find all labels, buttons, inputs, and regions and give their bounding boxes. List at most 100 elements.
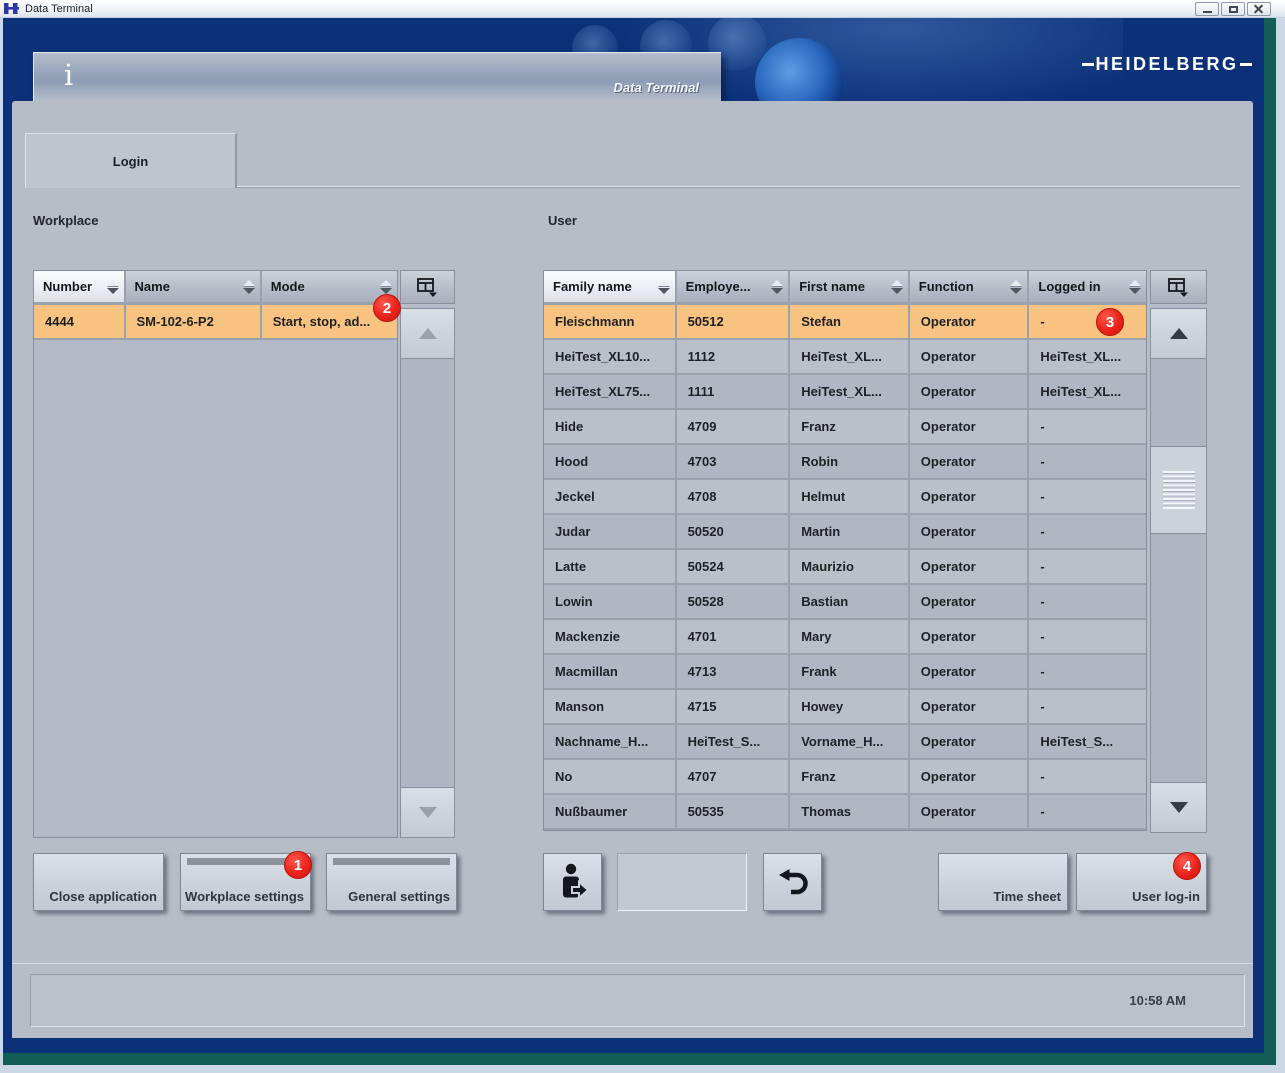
table-cell: Operator [910,620,1030,653]
table-cell: Lowin [544,585,677,618]
column-header-family-name[interactable]: Family name [544,271,677,302]
scroll-grip-icon [1163,471,1195,509]
table-row[interactable]: Fleischmann50512StefanOperator- [544,305,1146,340]
scroll-thumb[interactable] [1151,446,1206,534]
table-cell: 4709 [677,410,791,443]
user-section-label: User [548,213,577,228]
table-cell: - [1029,655,1146,688]
column-header-label: Family name [553,279,632,294]
column-header-first-name[interactable]: First name [790,271,910,302]
table-cell: - [1029,585,1146,618]
table-cell: Manson [544,690,677,723]
table-cell: Operator [910,515,1030,548]
tab-login[interactable]: Login [25,133,237,188]
table-row[interactable]: Lowin50528BastianOperator- [544,585,1146,620]
minimize-button[interactable] [1195,2,1219,16]
scroll-up-button[interactable] [1151,309,1206,359]
user-column-config-button[interactable] [1150,270,1207,304]
table-cell: HeiTest_XL10... [544,340,677,373]
table-row[interactable]: Hide4709FranzOperator- [544,410,1146,445]
column-header-name[interactable]: Name [126,271,262,302]
table-row[interactable]: 4444SM-102-6-P2Start, stop, ad... [34,305,397,340]
table-cell: Judar [544,515,677,548]
scroll-down-button[interactable] [1151,782,1206,832]
table-row[interactable]: No4707FranzOperator- [544,760,1146,795]
table-cell: Operator [910,655,1030,688]
main-panel: Login Workplace User NumberNameMode 4444… [12,101,1253,963]
table-cell: Franz [790,410,910,443]
table-cell: Operator [910,585,1030,618]
table-cell: Operator [910,690,1030,723]
sort-icon [376,280,392,294]
table-row[interactable]: Hood4703RobinOperator- [544,445,1146,480]
table-row[interactable]: Macmillan4713FrankOperator- [544,655,1146,690]
sort-icon [767,280,783,294]
table-row[interactable]: Mackenzie4701MaryOperator- [544,620,1146,655]
table-cell: - [1029,305,1146,338]
table-cell: Maurizio [790,550,910,583]
general-settings-button[interactable]: General settings [326,853,457,911]
undo-icon [778,868,808,896]
sort-icon [1125,280,1141,294]
table-cell: Jeckel [544,480,677,513]
table-cell: - [1029,620,1146,653]
column-header-function[interactable]: Function [910,271,1030,302]
table-cell: HeiTest_S... [1029,725,1146,758]
table-row[interactable]: HeiTest_XL75...1111HeiTest_XL...Operator… [544,375,1146,410]
table-row[interactable]: Nachname_H...HeiTest_S...Vorname_H...Ope… [544,725,1146,760]
table-cell: - [1029,550,1146,583]
table-cell: HeiTest_XL... [790,340,910,373]
table-cell: 4713 [677,655,791,688]
table-cell: - [1029,410,1146,443]
table-cell: Operator [910,410,1030,443]
table-cell: - [1029,515,1146,548]
time-sheet-button[interactable]: Time sheet [938,853,1068,911]
close-application-button[interactable]: Close application [33,853,164,911]
table-cell: 50512 [677,305,791,338]
workplace-column-config-button[interactable] [400,270,455,304]
scroll-up-icon [1170,328,1188,339]
table-cell: Bastian [790,585,910,618]
window-titlebar[interactable]: Data Terminal [0,0,1285,18]
column-header-label: Logged in [1038,279,1100,294]
scroll-up-button[interactable] [401,309,454,359]
scroll-down-button[interactable] [401,787,454,837]
table-row[interactable]: Judar50520MartinOperator- [544,515,1146,550]
table-row[interactable]: Manson4715HoweyOperator- [544,690,1146,725]
status-bar: 10:58 AM [30,974,1245,1027]
sort-icon [887,280,903,294]
table-row[interactable]: Latte50524MaurizioOperator- [544,550,1146,585]
table-row[interactable]: Jeckel4708HelmutOperator- [544,480,1146,515]
table-cell: 4444 [34,305,126,338]
workplace-table-scrollbar [400,270,455,838]
scroll-track[interactable] [1151,359,1206,782]
heidelberg-logo: HEIDELBERG [1082,52,1252,76]
user-card-button[interactable] [543,853,602,911]
undo-button[interactable] [763,853,822,911]
column-header-employe[interactable]: Employe... [677,271,791,302]
table-cell: Nachname_H... [544,725,677,758]
close-button[interactable] [1247,2,1271,16]
table-cell: Fleischmann [544,305,677,338]
maximize-button[interactable] [1221,2,1245,16]
table-cell: Operator [910,340,1030,373]
scroll-track[interactable] [401,359,454,787]
sort-icon [239,280,255,294]
scroll-down-icon [419,807,437,818]
table-cell: Hide [544,410,677,443]
table-cell: - [1029,690,1146,723]
column-header-logged-in[interactable]: Logged in [1029,271,1146,302]
column-header-number[interactable]: Number [34,271,126,302]
table-cell: - [1029,480,1146,513]
table-cell: 50528 [677,585,791,618]
table-row[interactable]: HeiTest_XL10...1112HeiTest_XL...Operator… [544,340,1146,375]
table-cell: Operator [910,725,1030,758]
callout-badge-2: 2 [373,294,401,322]
table-row[interactable]: Nußbaumer50535ThomasOperator- [544,795,1146,830]
column-header-label: Number [43,279,92,294]
clock-text: 10:58 AM [1129,993,1186,1008]
callout-badge-1: 1 [284,851,312,879]
table-cell: Frank [790,655,910,688]
table-cell: Mackenzie [544,620,677,653]
heidelberg-mark-icon [4,2,19,15]
